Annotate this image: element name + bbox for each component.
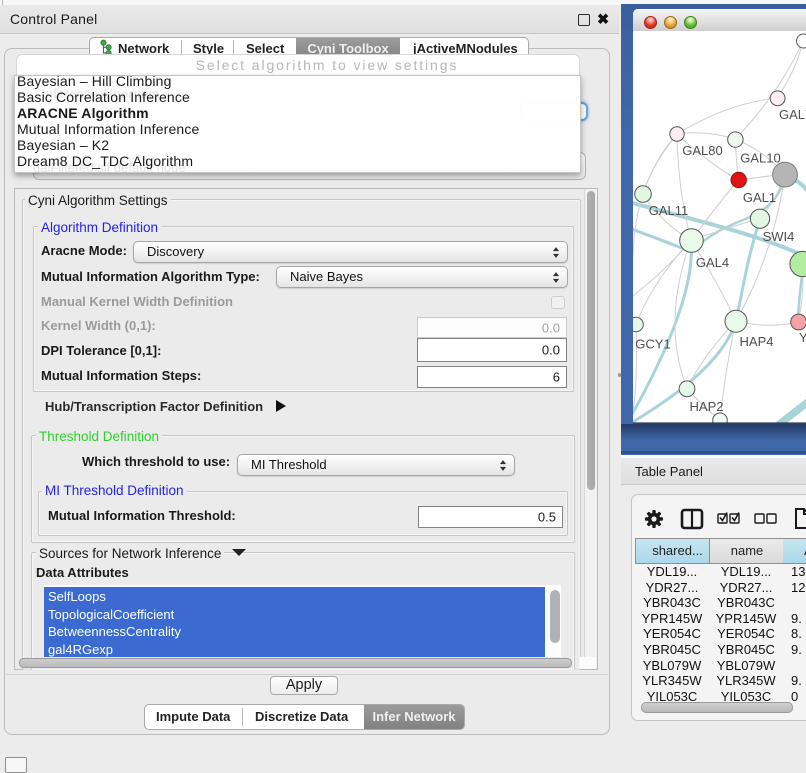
svg-text:HAP4: HAP4 [740,334,774,349]
svg-text:GAL10: GAL10 [740,151,780,166]
svg-text:SWI4: SWI4 [763,229,795,244]
svg-text:GAL80: GAL80 [682,143,722,158]
svg-text:YD: YD [799,330,806,345]
svg-text:GAL7: GAL7 [779,107,806,122]
svg-text:GAL11: GAL11 [649,203,689,218]
svg-text:HAP2: HAP2 [690,399,724,414]
svg-text:GCY1: GCY1 [635,337,670,352]
svg-text:GAL1: GAL1 [743,190,776,205]
svg-text:GAL4: GAL4 [696,255,729,270]
